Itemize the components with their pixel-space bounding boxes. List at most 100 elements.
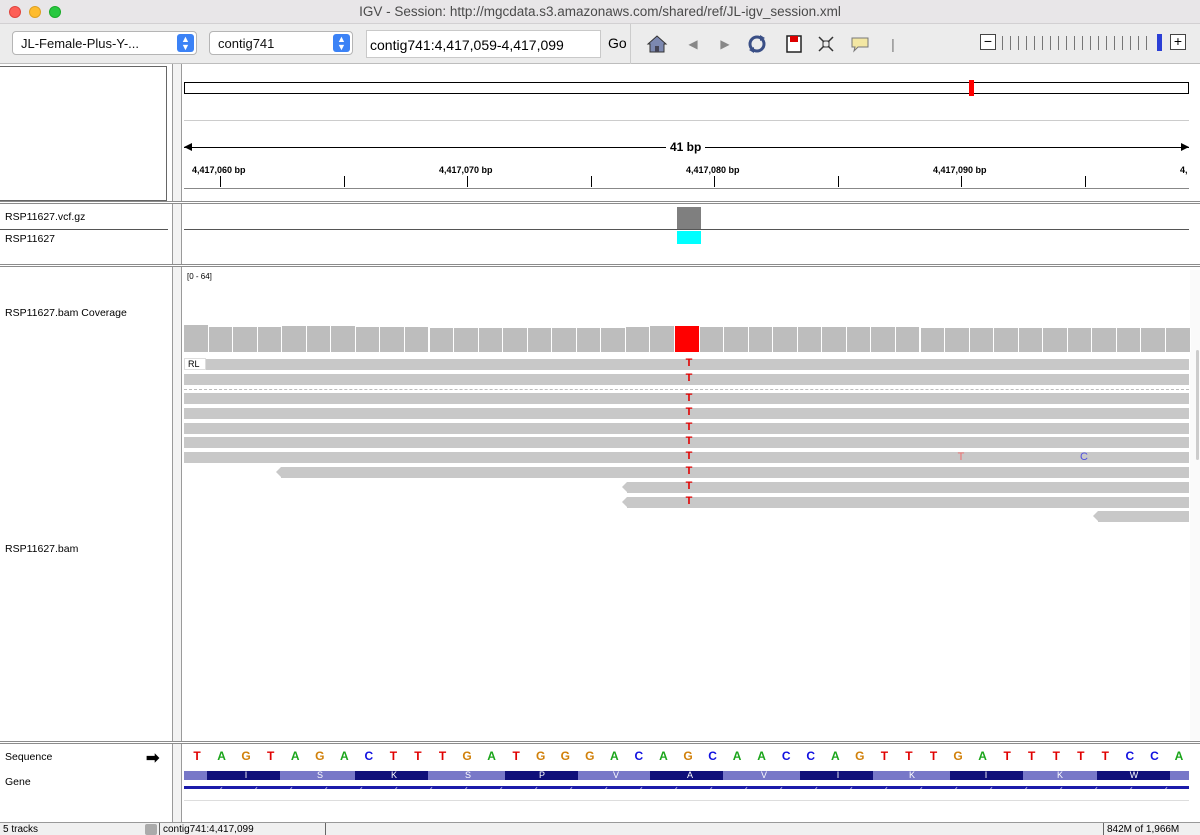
popup-icon[interactable] xyxy=(849,33,871,55)
read[interactable] xyxy=(276,467,1189,478)
ruler-tick xyxy=(1085,176,1086,187)
sequence-base: C xyxy=(806,749,816,763)
panel-divider[interactable] xyxy=(0,201,1200,204)
chevron-updown-icon: ▲ ▼ xyxy=(177,34,194,52)
zoom-in-button[interactable]: + xyxy=(1170,34,1186,50)
roi-icon[interactable] xyxy=(783,33,805,55)
strand-chevron-icon: ‹ xyxy=(710,784,713,793)
strand-chevron-icon: ‹ xyxy=(815,784,818,793)
zoom-slider[interactable] xyxy=(1002,36,1154,50)
sequence-base: T xyxy=(905,749,913,763)
coverage-bar xyxy=(478,328,504,352)
read[interactable] xyxy=(1093,511,1189,522)
coverage-bar xyxy=(208,327,234,352)
panel-splitter[interactable] xyxy=(172,64,182,824)
read-group-label: RL xyxy=(184,358,206,370)
ruler-tick xyxy=(467,176,468,187)
panel-divider[interactable] xyxy=(0,264,1200,267)
sequence-base: G xyxy=(953,749,963,763)
strand-chevron-icon: ‹ xyxy=(570,784,573,793)
coverage-bar xyxy=(306,326,332,352)
strand-chevron-icon: ‹ xyxy=(1060,784,1063,793)
strand-chevron-icon: ‹ xyxy=(465,784,468,793)
read[interactable] xyxy=(206,359,1189,370)
track-label-vcf[interactable]: RSP11627.vcf.gz xyxy=(5,211,85,223)
coverage-bar xyxy=(576,328,602,352)
sequence-base: T xyxy=(512,749,520,763)
locus-input[interactable]: contig741:4,417,059-4,417,099 xyxy=(366,30,601,58)
coverage-bar xyxy=(454,328,479,352)
zoom-out-button[interactable]: − xyxy=(980,34,996,50)
refresh-icon[interactable] xyxy=(746,33,768,55)
mismatch-base: C xyxy=(1080,451,1088,463)
span-arrow-right xyxy=(1181,143,1189,151)
sequence-base: A xyxy=(757,749,766,763)
span-label: 41 bp xyxy=(666,140,706,154)
strand-chevron-icon: ‹ xyxy=(885,784,888,793)
sequence-base: A xyxy=(659,749,668,763)
coverage-bar xyxy=(945,328,970,352)
ruler-icon[interactable]: | xyxy=(882,33,904,55)
track-label-coverage[interactable]: RSP11627.bam Coverage xyxy=(5,307,127,319)
home-icon[interactable] xyxy=(646,33,668,55)
variant-site[interactable] xyxy=(677,207,701,229)
toolbar: JL-Female-Plus-Y-... ▲ ▼ contig741 ▲ ▼ con… xyxy=(0,24,1200,64)
coverage-bar xyxy=(773,327,798,352)
sequence-base: T xyxy=(266,749,275,763)
coverage-bar xyxy=(1043,328,1068,352)
track-label-bam[interactable]: RSP11627.bam xyxy=(5,543,78,555)
zoom-slider-thumb[interactable] xyxy=(1157,34,1162,51)
strand-chevron-icon: ‹ xyxy=(780,784,783,793)
coverage-bar xyxy=(503,328,528,352)
chromosome-ideogram[interactable] xyxy=(184,82,1189,94)
mismatch-base: T xyxy=(685,495,693,507)
genome-select[interactable]: JL-Female-Plus-Y-... ▲ ▼ xyxy=(12,31,197,55)
strand-arrow-icon[interactable]: ➡ xyxy=(146,748,159,768)
read[interactable] xyxy=(622,497,1189,508)
ruler-tick xyxy=(344,176,345,187)
ruler[interactable] xyxy=(184,120,1189,190)
coverage-bar xyxy=(822,327,847,352)
amino-acid-label: A xyxy=(686,770,693,780)
forward-icon[interactable]: ▶ xyxy=(714,33,736,55)
fit-icon[interactable] xyxy=(815,33,837,55)
coverage-bar xyxy=(699,327,725,352)
coverage-bar xyxy=(994,328,1019,352)
go-button[interactable]: Go xyxy=(608,35,627,51)
genotype-call[interactable] xyxy=(677,231,701,244)
back-icon[interactable]: ◀ xyxy=(682,33,704,55)
panel-divider[interactable] xyxy=(0,741,1200,744)
read[interactable] xyxy=(622,482,1189,493)
track-label-sequence[interactable]: Sequence xyxy=(5,751,52,763)
current-region-marker xyxy=(969,80,974,96)
sequence-base: C xyxy=(634,749,644,763)
scrollbar-thumb[interactable] xyxy=(1196,350,1199,460)
status-indicator-icon xyxy=(145,824,157,835)
toolbar-divider xyxy=(630,24,631,64)
status-memory[interactable]: 842M of 1,966M xyxy=(1103,823,1200,835)
gene-feature[interactable] xyxy=(184,786,1189,789)
chromosome-select[interactable]: contig741 ▲ ▼ xyxy=(209,31,353,55)
mismatch-base: T xyxy=(685,465,693,477)
sequence-base: T xyxy=(193,749,201,763)
sequence-base: A xyxy=(978,749,987,763)
coverage-bar xyxy=(1116,328,1142,352)
span-arrow-left xyxy=(184,143,192,151)
amino-acid-label: P xyxy=(538,770,545,780)
ruler-tick xyxy=(961,176,962,187)
downsample-divider xyxy=(184,389,1189,390)
ruler-tick-label: 4,417,070 bp xyxy=(439,165,493,175)
gene-track-bottom xyxy=(184,800,1189,801)
sequence-base: T xyxy=(1196,749,1200,763)
chevron-updown-icon: ▲ ▼ xyxy=(333,34,350,52)
track-label-gene[interactable]: Gene xyxy=(5,776,31,788)
coverage-bar xyxy=(1166,328,1191,352)
vertical-scrollbar[interactable] xyxy=(1190,270,1200,740)
ruler-tick xyxy=(220,176,221,187)
coverage-bar xyxy=(601,328,626,352)
sequence-base: A xyxy=(217,749,226,763)
amino-acid-label: K xyxy=(1056,770,1063,780)
amino-acid-label: I xyxy=(984,770,988,780)
ruler-tick-label: 4, xyxy=(1180,165,1188,175)
track-label-sample[interactable]: RSP11627 xyxy=(5,233,55,245)
